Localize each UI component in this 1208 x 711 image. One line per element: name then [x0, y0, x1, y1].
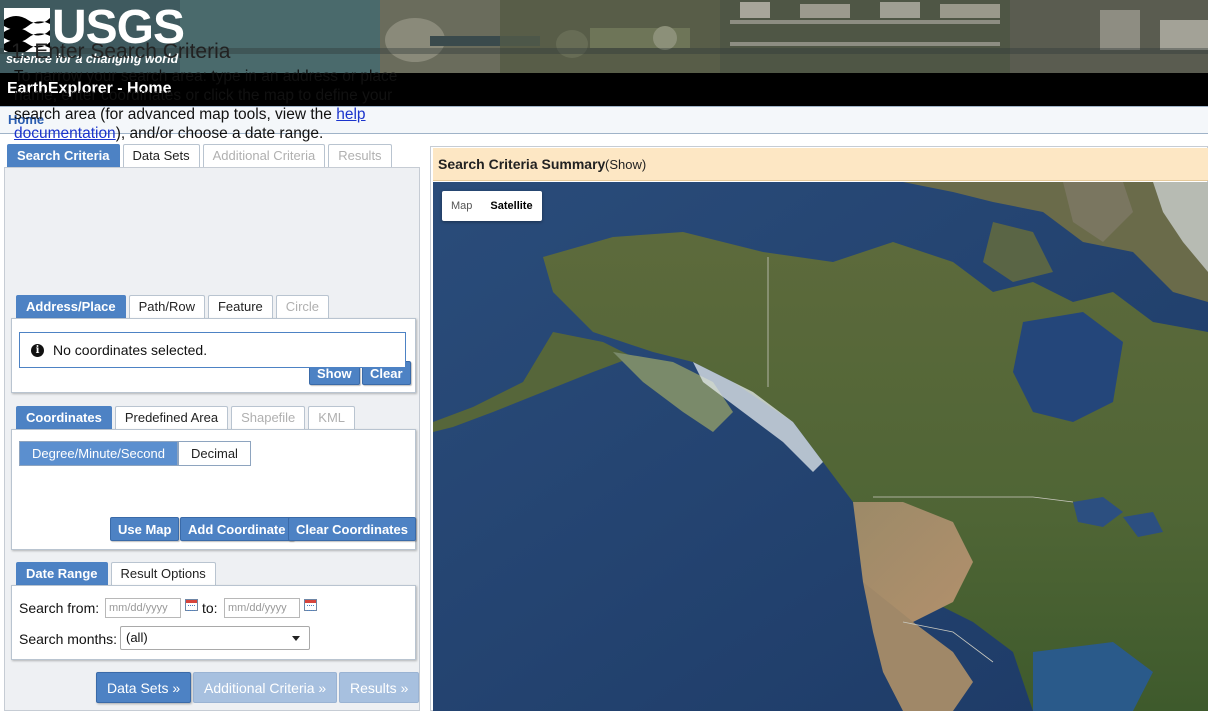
- map-type-control: Map Satellite: [442, 191, 542, 221]
- calendar-to-icon[interactable]: [304, 599, 317, 611]
- satellite-imagery: [433, 182, 1208, 711]
- coordinate-tabs: Coordinates Predefined Area Shapefile KM…: [16, 406, 356, 429]
- tab-circle[interactable]: Circle: [275, 295, 330, 318]
- tab-data-sets[interactable]: Data Sets: [122, 144, 200, 167]
- tab-coordinates[interactable]: Coordinates: [16, 406, 112, 429]
- tab-path-row[interactable]: Path/Row: [128, 295, 205, 318]
- search-from-label: Search from:: [19, 600, 100, 616]
- main-tabs: Search Criteria Data Sets Additional Cri…: [7, 144, 392, 167]
- tab-result-options[interactable]: Result Options: [110, 562, 216, 585]
- search-instructions: To narrow your search area: type in an a…: [14, 67, 414, 143]
- tab-additional-criteria[interactable]: Additional Criteria: [202, 144, 326, 167]
- format-decimal-option[interactable]: Decimal: [177, 441, 251, 466]
- step-title: 1. Enter Search Criteria: [11, 40, 231, 63]
- add-coordinate-button[interactable]: Add Coordinate: [180, 517, 294, 541]
- search-months-label: Search months:: [19, 631, 118, 647]
- map-type-satellite-button[interactable]: Satellite: [481, 191, 541, 221]
- summary-show-toggle[interactable]: (Show): [605, 157, 646, 172]
- use-map-button[interactable]: Use Map: [110, 517, 180, 541]
- date-to-input[interactable]: mm/dd/yyyy: [224, 598, 300, 618]
- summary-title: Search Criteria Summary: [438, 156, 606, 172]
- tab-feature[interactable]: Feature: [207, 295, 273, 318]
- tab-search-criteria[interactable]: Search Criteria: [7, 144, 120, 167]
- results-next-button[interactable]: Results »: [339, 672, 420, 703]
- coordinate-format-toggle: Degree/Minute/Second Decimal: [19, 441, 251, 466]
- tab-shapefile[interactable]: Shapefile: [231, 406, 306, 429]
- to-label: to:: [202, 600, 218, 616]
- tab-address-place[interactable]: Address/Place: [16, 295, 126, 318]
- tab-results[interactable]: Results: [328, 144, 392, 167]
- search-criteria-summary: Search Criteria Summary (Show): [433, 148, 1208, 181]
- map-type-map-button[interactable]: Map: [442, 191, 481, 221]
- search-months-value: (all): [126, 630, 148, 645]
- data-sets-next-button[interactable]: Data Sets »: [96, 672, 192, 703]
- tab-date-range[interactable]: Date Range: [16, 562, 108, 585]
- clear-coordinates-button[interactable]: Clear Coordinates: [288, 517, 416, 541]
- area-tabs: Address/Place Path/Row Feature Circle: [16, 295, 330, 318]
- date-from-input[interactable]: mm/dd/yyyy: [105, 598, 181, 618]
- satellite-map[interactable]: [433, 182, 1208, 711]
- calendar-from-icon[interactable]: [185, 599, 198, 611]
- tab-kml[interactable]: KML: [308, 406, 356, 429]
- date-tabs: Date Range Result Options: [16, 562, 216, 585]
- earthexplorer-app: USGS science for a changing world EarthE…: [0, 0, 1208, 711]
- tab-predefined-area[interactable]: Predefined Area: [114, 406, 229, 429]
- info-icon: i: [31, 344, 44, 357]
- chevron-down-icon: [292, 636, 300, 641]
- intro-text-after: ), and/or choose a date range.: [115, 125, 324, 142]
- format-dms-option[interactable]: Degree/Minute/Second: [19, 441, 178, 466]
- additional-criteria-next-button[interactable]: Additional Criteria »: [193, 672, 338, 703]
- no-coordinates-message: No coordinates selected.: [53, 342, 208, 358]
- coordinates-notice: i No coordinates selected.: [19, 332, 406, 368]
- search-months-select[interactable]: (all): [120, 626, 310, 650]
